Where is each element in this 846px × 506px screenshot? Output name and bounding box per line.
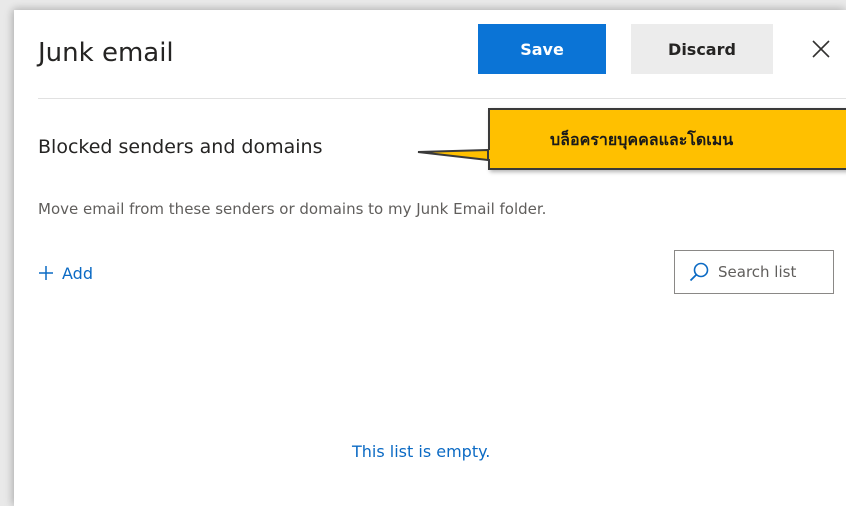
search-input[interactable] [718, 263, 828, 281]
close-icon[interactable] [810, 38, 832, 60]
plus-icon [39, 266, 53, 280]
section-description: Move email from these senders or domains… [38, 200, 547, 218]
discard-button[interactable]: Discard [631, 24, 773, 74]
empty-list-message: This list is empty. [352, 442, 491, 461]
search-icon [689, 262, 709, 282]
add-button-label: Add [62, 263, 93, 283]
search-box[interactable] [674, 250, 834, 294]
header-divider [38, 98, 846, 99]
add-button[interactable]: Add [38, 259, 93, 287]
page-title: Junk email [38, 38, 174, 68]
save-button[interactable]: Save [478, 24, 606, 74]
callout-text: บล็อครายบุคคลและโดเมน [550, 130, 734, 149]
section-heading: Blocked senders and domains [38, 136, 323, 158]
